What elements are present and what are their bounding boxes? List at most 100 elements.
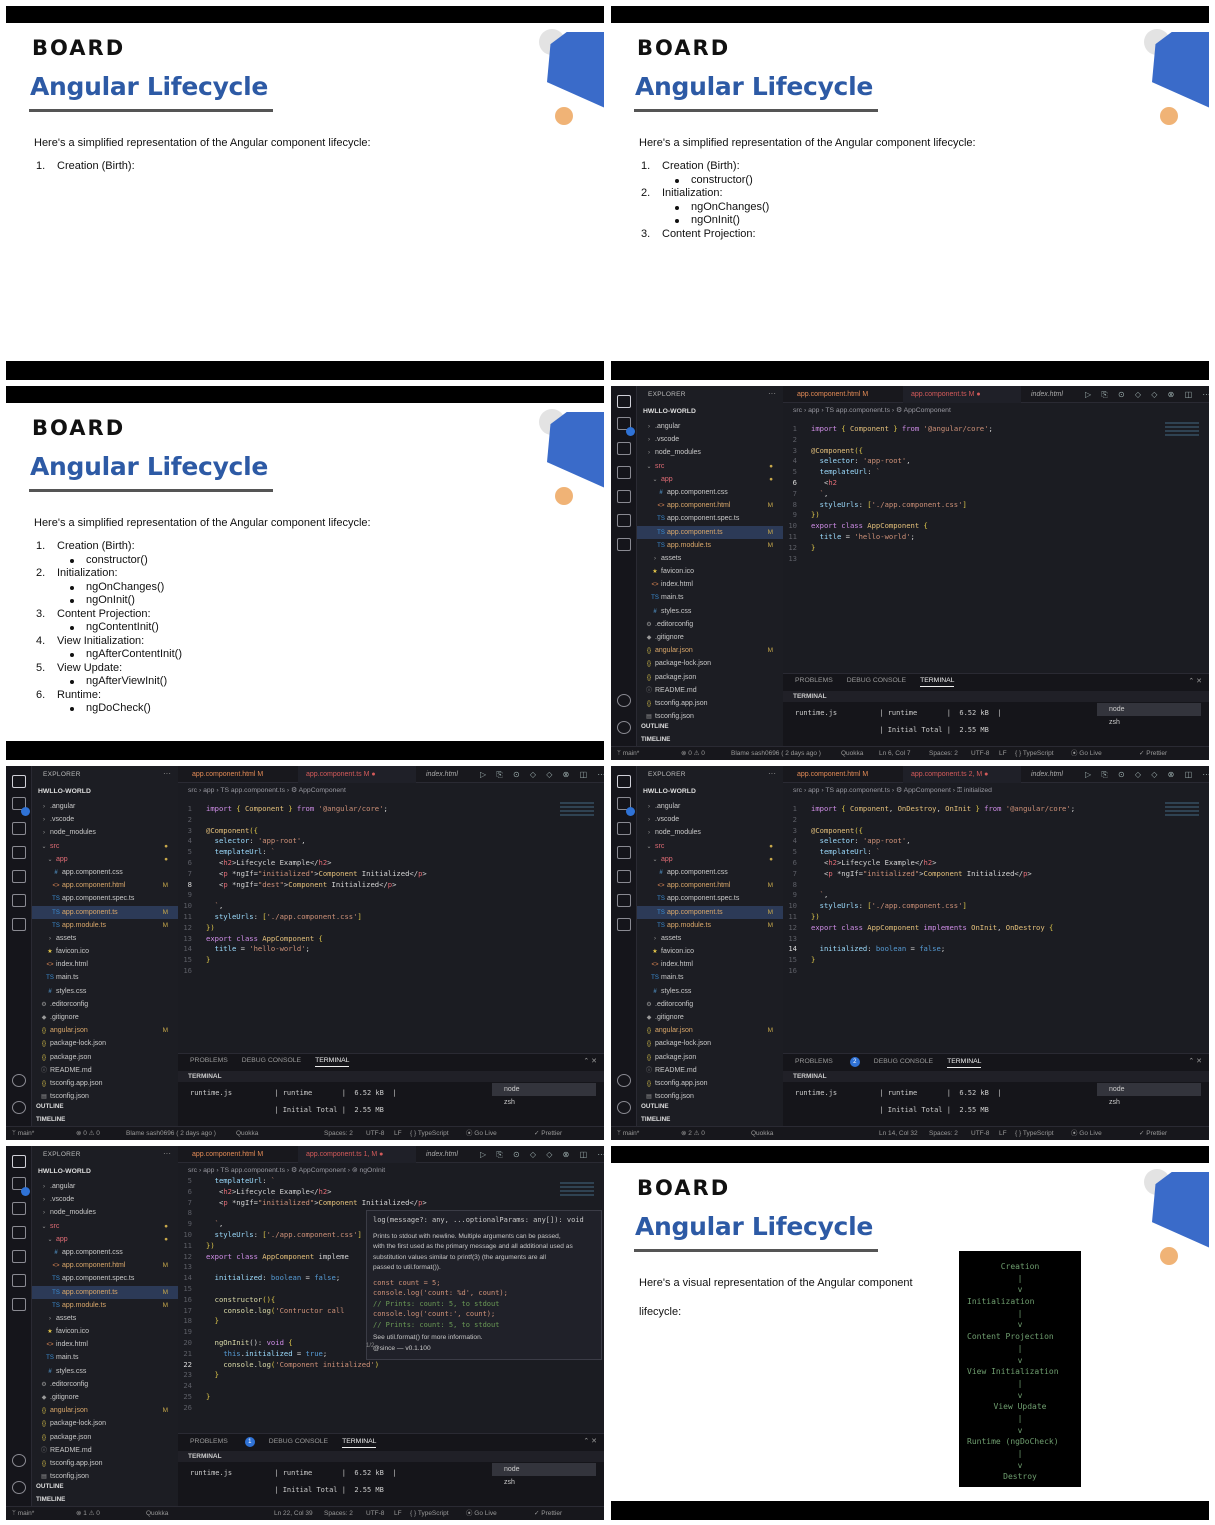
terminal-instance-zsh[interactable]: zsh (492, 1096, 596, 1109)
file-tree-item[interactable]: # styles.css (637, 985, 783, 998)
explorer-more-button[interactable]: ··· (768, 389, 776, 398)
file-tree-item[interactable]: ⌄ app ● (637, 853, 783, 866)
tab-app-component-ts[interactable]: app.component.ts M ● (298, 766, 416, 783)
project-folder[interactable]: HWLLO-WORLD (38, 1168, 91, 1175)
project-folder[interactable]: HWLLO-WORLD (643, 788, 696, 795)
tab-app-component-ts[interactable]: app.component.ts 2, M ● (903, 766, 1021, 783)
file-tree-item[interactable]: {} package-lock.json (637, 657, 783, 670)
panel-tab-terminal[interactable]: TERMINAL (947, 1058, 982, 1068)
language-mode[interactable]: { } TypeScript (410, 1127, 449, 1140)
file-tree-item[interactable]: › .angular (32, 800, 178, 813)
prettier-status[interactable]: ✓ Prettier (534, 1127, 562, 1140)
file-tree-item[interactable]: {} tsconfig.app.json (32, 1077, 178, 1090)
account-icon[interactable] (617, 694, 631, 707)
file-tree-item[interactable]: {} package.json (637, 671, 783, 684)
file-tree-item[interactable]: ⌄ app ● (32, 1233, 178, 1246)
panel-tab-debug-console[interactable]: DEBUG CONSOLE (269, 1438, 328, 1445)
encoding[interactable]: UTF-8 (971, 747, 989, 760)
code-editor[interactable]: 1 import { Component, OnDestroy, OnInit }… (783, 796, 1209, 1056)
file-tree-item[interactable]: ▤ tsconfig.json (637, 1090, 783, 1103)
github-icon[interactable] (617, 918, 631, 931)
file-tree-item[interactable]: # app.component.css (637, 486, 783, 499)
editor-actions[interactable]: ▷ ⎘ ⊙ ◇ ◇ ⊗ ◫ ⋯ (1085, 386, 1209, 403)
file-tree-item[interactable]: <> index.html (637, 958, 783, 971)
terminal-instance-zsh[interactable]: zsh (1097, 1096, 1201, 1109)
file-tree-item[interactable]: ▤ tsconfig.json (32, 1470, 178, 1483)
panel-close-button[interactable]: ⌃ ✕ (1188, 1057, 1202, 1065)
file-tree-item[interactable]: TS app.component.spec.ts (637, 892, 783, 905)
remote-explorer-icon[interactable] (617, 514, 631, 527)
file-tree-item[interactable]: TS app.component.ts M (32, 1285, 178, 1299)
prettier-status[interactable]: ✓ Prettier (1139, 1127, 1167, 1140)
run-debug-icon[interactable] (617, 466, 631, 479)
file-tree-item[interactable]: {} angular.json M (32, 1024, 178, 1037)
terminal-output[interactable]: runtime.js | runtime | 6.52 kB | | Initi… (190, 1465, 397, 1499)
file-tree-item[interactable]: ◆ .gitignore (637, 631, 783, 644)
file-tree-item[interactable]: ◆ .gitignore (637, 1011, 783, 1024)
settings-gear-icon[interactable] (617, 721, 631, 734)
tab-index-html[interactable]: index.html (418, 1146, 458, 1163)
file-tree-item[interactable]: ⌄ src ● (32, 1220, 178, 1233)
file-tree-item[interactable]: ⌄ src ● (637, 840, 783, 853)
file-tree-item[interactable]: {} package-lock.json (637, 1037, 783, 1050)
file-tree-item[interactable]: {} tsconfig.app.json (637, 697, 783, 710)
quokka-status[interactable]: Quokka (236, 1127, 258, 1140)
github-icon[interactable] (12, 918, 26, 931)
go-live-button[interactable]: ⦿ Go Live (466, 1507, 497, 1520)
file-tree-item[interactable]: TS main.ts (32, 1351, 178, 1364)
run-debug-icon[interactable] (12, 846, 26, 859)
file-tree-item[interactable]: {} angular.json M (637, 1024, 783, 1037)
file-tree-item[interactable]: › .vscode (637, 433, 783, 446)
file-tree-item[interactable]: TS app.module.ts M (637, 539, 783, 552)
file-tree-item[interactable]: ★ favicon.ico (637, 945, 783, 958)
file-tree-item[interactable]: ⌄ app ● (32, 853, 178, 866)
extensions-icon[interactable] (12, 870, 26, 883)
file-tree-item[interactable]: TS app.component.ts M (32, 905, 178, 919)
terminal-instance-zsh[interactable]: zsh (1097, 716, 1201, 729)
problems-status[interactable]: ⊗ 0 ⚠ 0 (76, 1127, 100, 1140)
file-tree-item[interactable]: ◆ .gitignore (32, 1011, 178, 1024)
indentation[interactable]: Spaces: 2 (324, 1507, 353, 1520)
panel-close-button[interactable]: ⌃ ✕ (1188, 677, 1202, 685)
github-icon[interactable] (617, 538, 631, 551)
file-tree-item[interactable]: › assets (32, 932, 178, 945)
account-icon[interactable] (617, 1074, 631, 1087)
panel-tab-debug-console[interactable]: DEBUG CONSOLE (847, 677, 906, 684)
file-tree-item[interactable]: › .angular (637, 420, 783, 433)
git-branch[interactable]: ᛘ main* (12, 1127, 34, 1140)
files-icon[interactable] (617, 395, 631, 408)
tab-app-component-html[interactable]: app.component.html M (184, 1146, 263, 1163)
file-tree-item[interactable]: <> app.component.html M (637, 879, 783, 892)
file-tree-item[interactable]: <> index.html (32, 958, 178, 971)
file-tree-item[interactable]: <> app.component.html M (637, 499, 783, 512)
panel-tab-terminal[interactable]: TERMINAL (342, 1438, 377, 1448)
file-tree-item[interactable]: <> index.html (32, 1338, 178, 1351)
source-control-icon[interactable] (617, 822, 631, 835)
file-tree-item[interactable]: ⓘ README.md (637, 1064, 783, 1077)
file-tree-item[interactable]: › node_modules (32, 1206, 178, 1219)
source-control-icon[interactable] (12, 822, 26, 835)
file-tree-item[interactable]: <> app.component.html M (32, 879, 178, 892)
terminal-output[interactable]: runtime.js | runtime | 6.52 kB | | Initi… (795, 705, 1002, 739)
file-tree-item[interactable]: ⌄ app ● (637, 473, 783, 486)
indentation[interactable]: Spaces: 2 (929, 1127, 958, 1140)
tab-index-html[interactable]: index.html (1023, 766, 1063, 783)
file-tree-item[interactable]: # styles.css (32, 985, 178, 998)
explorer-more-button[interactable]: ··· (163, 1149, 171, 1158)
timeline-section[interactable]: TIMELINE (36, 1496, 65, 1503)
problems-status[interactable]: ⊗ 0 ⚠ 0 (681, 747, 705, 760)
encoding[interactable]: UTF-8 (366, 1127, 384, 1140)
problems-status[interactable]: ⊗ 2 ⚠ 0 (681, 1127, 705, 1140)
file-tree-item[interactable]: TS main.ts (637, 591, 783, 604)
editor-actions[interactable]: ▷ ⎘ ⊙ ◇ ◇ ⊗ ◫ ⋯ (480, 766, 604, 783)
panel-close-button[interactable]: ⌃ ✕ (583, 1437, 597, 1445)
encoding[interactable]: UTF-8 (366, 1507, 384, 1520)
run-debug-icon[interactable] (617, 846, 631, 859)
file-tree-item[interactable]: ⚙ .editorconfig (32, 1378, 178, 1391)
file-tree-item[interactable]: {} package-lock.json (32, 1037, 178, 1050)
file-tree-item[interactable]: › assets (637, 932, 783, 945)
tab-app-component-ts[interactable]: app.component.ts 1, M ● (298, 1146, 416, 1163)
git-branch[interactable]: ᛘ main* (617, 747, 639, 760)
file-tree-item[interactable]: TS app.component.spec.ts (637, 512, 783, 525)
account-icon[interactable] (12, 1454, 26, 1467)
